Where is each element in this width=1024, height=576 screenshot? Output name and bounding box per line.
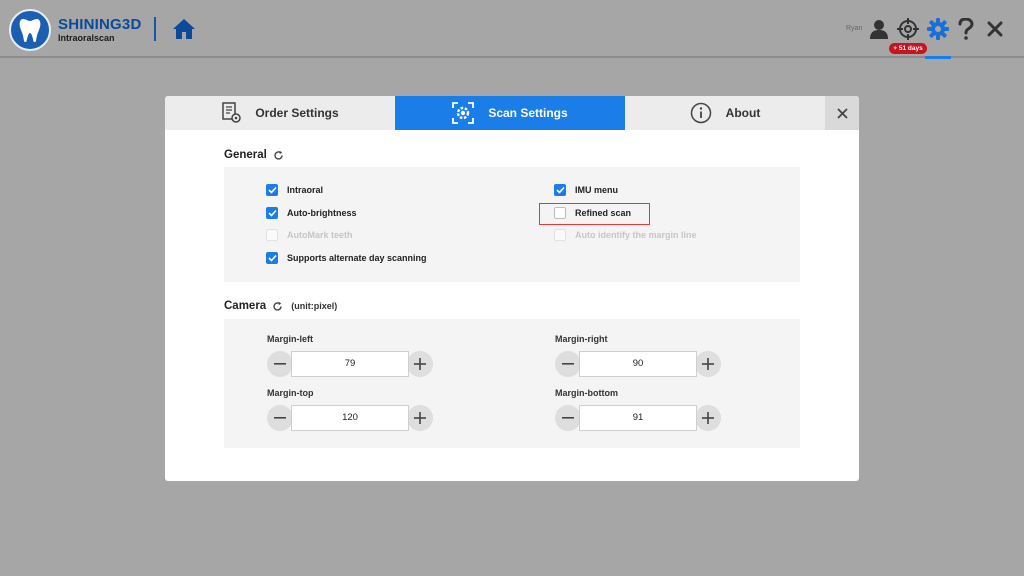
option-label: Refined scan <box>575 208 632 218</box>
refresh-icon <box>274 150 283 160</box>
order-settings-icon <box>221 102 242 124</box>
margin-bottom-stepper[interactable]: 91 <box>555 405 725 431</box>
margin-left-stepper[interactable]: 79 <box>267 351 437 377</box>
minus-icon <box>562 417 574 419</box>
option-intraoral[interactable]: Intraoral <box>266 184 323 196</box>
home-icon <box>173 19 195 39</box>
minus-icon <box>274 417 286 419</box>
check-icon <box>267 254 277 262</box>
option-auto-identify-margin: Auto identify the margin line <box>554 229 697 241</box>
help-button[interactable] <box>954 17 978 41</box>
increment-button[interactable] <box>407 351 433 377</box>
check-icon <box>555 186 565 194</box>
checkbox-unchecked[interactable] <box>554 207 566 219</box>
checkbox-checked[interactable] <box>266 252 278 264</box>
check-icon <box>267 209 277 217</box>
option-alternate-day-scanning[interactable]: Supports alternate day scanning <box>266 252 427 264</box>
checkbox-checked[interactable] <box>266 184 278 196</box>
margin-top-input[interactable]: 120 <box>291 405 409 431</box>
tab-label: About <box>725 106 761 120</box>
brand: SHINING3D Intraoralscan <box>58 16 141 44</box>
user-button[interactable] <box>867 17 891 41</box>
tab-order-settings[interactable]: Order Settings <box>165 96 395 130</box>
user-name: Ryan <box>846 25 863 32</box>
tab-bar: Order Settings Scan Settings About <box>165 96 859 130</box>
increment-button[interactable] <box>407 405 433 431</box>
reset-general-button[interactable] <box>273 150 284 161</box>
checkbox-checked[interactable] <box>554 184 566 196</box>
margin-top-label: Margin-top <box>267 388 314 398</box>
option-automark-teeth: AutoMark teeth <box>266 229 353 241</box>
plus-icon <box>414 358 426 370</box>
option-imu-menu[interactable]: IMU menu <box>554 184 618 196</box>
tab-label: Scan Settings <box>488 106 568 120</box>
option-label: Intraoral <box>287 185 324 195</box>
margin-bottom-label: Margin-bottom <box>555 388 618 398</box>
close-icon <box>836 107 848 119</box>
margin-right-label: Margin-right <box>555 334 608 344</box>
refresh-icon <box>273 301 282 311</box>
help-icon <box>958 18 974 40</box>
check-icon <box>267 186 277 194</box>
margin-bottom-input[interactable]: 91 <box>579 405 697 431</box>
increment-button[interactable] <box>695 351 721 377</box>
option-auto-brightness[interactable]: Auto-brightness <box>266 207 357 219</box>
crosshair-icon <box>897 18 919 40</box>
general-section-title: General <box>224 149 284 161</box>
camera-title: Camera <box>224 300 267 312</box>
tooth-logo-icon <box>9 9 51 51</box>
option-label: Supports alternate day scanning <box>287 253 427 263</box>
decrement-button[interactable] <box>267 405 293 431</box>
general-title: General <box>224 149 267 161</box>
option-label: Auto identify the margin line <box>575 230 697 240</box>
option-label: AutoMark teeth <box>287 230 353 240</box>
checkbox-disabled <box>266 229 278 241</box>
option-label: IMU menu <box>575 185 619 195</box>
margin-top-stepper[interactable]: 120 <box>267 405 437 431</box>
option-label: Auto-brightness <box>287 208 357 218</box>
settings-dialog: Order Settings Scan Settings About Gener… <box>165 96 859 481</box>
margin-right-stepper[interactable]: 90 <box>555 351 725 377</box>
user-icon <box>870 20 888 39</box>
top-bar: SHINING3D Intraoralscan Ryan + 51 days <box>0 0 1024 59</box>
minus-icon <box>274 363 286 365</box>
margin-left-input[interactable]: 79 <box>291 351 409 377</box>
plus-icon <box>702 412 714 424</box>
tab-about[interactable]: About <box>625 96 825 130</box>
tab-scan-settings[interactable]: Scan Settings <box>395 96 625 130</box>
calibration-button[interactable] <box>896 17 920 41</box>
plus-icon <box>414 412 426 424</box>
camera-section-title: Camera (unit:pixel) <box>224 300 337 312</box>
margin-left-label: Margin-left <box>267 334 313 344</box>
product-name: Intraoralscan <box>58 33 115 43</box>
minus-icon <box>562 363 574 365</box>
checkbox-disabled <box>554 229 566 241</box>
tab-label: Order Settings <box>255 106 339 120</box>
unit-label: (unit:pixel) <box>291 301 338 311</box>
scan-settings-icon <box>452 102 475 124</box>
divider <box>154 17 156 41</box>
app-close-button[interactable] <box>983 17 1007 41</box>
decrement-button[interactable] <box>555 405 581 431</box>
active-indicator <box>925 56 951 59</box>
home-button[interactable] <box>172 18 196 40</box>
increment-button[interactable] <box>695 405 721 431</box>
info-icon <box>690 102 712 124</box>
gear-icon <box>927 18 949 40</box>
settings-button[interactable] <box>926 17 950 41</box>
trial-days-badge: + 51 days <box>889 43 927 54</box>
brand-name: SHINING3D <box>58 16 142 33</box>
reset-camera-button[interactable] <box>272 301 283 312</box>
checkbox-checked[interactable] <box>266 207 278 219</box>
plus-icon <box>702 358 714 370</box>
decrement-button[interactable] <box>555 351 581 377</box>
decrement-button[interactable] <box>267 351 293 377</box>
margin-right-input[interactable]: 90 <box>579 351 697 377</box>
option-refined-scan[interactable]: Refined scan <box>554 207 631 219</box>
close-icon <box>987 21 1003 37</box>
dialog-close-button[interactable] <box>825 96 859 130</box>
